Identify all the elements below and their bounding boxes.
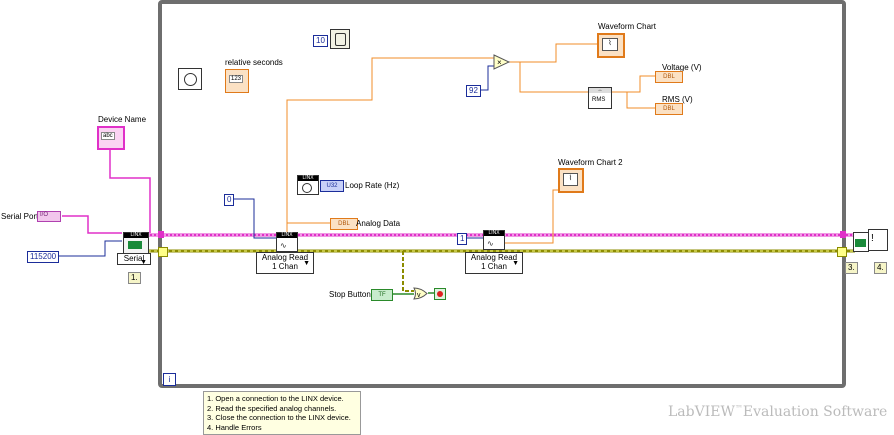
- clock-icon: [184, 73, 197, 86]
- rms-node[interactable]: ↔ RMS: [588, 87, 612, 109]
- baud-rate-constant[interactable]: 115200: [27, 251, 60, 263]
- relative-seconds-indicator: 123: [225, 69, 249, 93]
- stop-icon: [437, 291, 443, 297]
- wire-layer: [58, 0, 855, 388]
- multiply-node[interactable]: ×: [493, 54, 511, 70]
- analog-read-node-1[interactable]: LINX ∿: [276, 232, 298, 252]
- channel-a-wire: [232, 198, 276, 239]
- chart-icon: ⌇: [602, 38, 618, 51]
- step-3-label: 3.: [845, 262, 858, 274]
- visa-tunnel-right: [840, 231, 846, 238]
- analog-read-node-2[interactable]: LINX ∿: [483, 230, 505, 250]
- device-name-wire: [109, 146, 151, 233]
- loop-condition-terminal[interactable]: [434, 288, 446, 300]
- loop-rate-node[interactable]: LINX: [297, 175, 319, 195]
- analog-read-selector-2[interactable]: Analog Read 1 Chan ▼: [465, 252, 523, 274]
- visa-wire: [62, 215, 122, 234]
- svg-text:v: v: [417, 292, 421, 299]
- linx-open-node[interactable]: LINX: [123, 232, 149, 254]
- serial-selector[interactable]: Serial ▼: [117, 253, 151, 266]
- relative-seconds-label: relative seconds: [225, 58, 283, 67]
- stopwatch-icon: [335, 33, 346, 46]
- to-chart-wire: [520, 43, 597, 63]
- loop-rate-indicator: U32: [320, 180, 344, 192]
- note-line: 4. Handle Errors: [207, 422, 262, 432]
- loop-rate-label: Loop Rate (Hz): [345, 181, 400, 190]
- analog-data-label: Analog Data: [356, 219, 401, 228]
- linx-open-header: LINX: [124, 233, 148, 238]
- visa-icon: I/O: [40, 212, 49, 218]
- stop-button-terminal[interactable]: TF: [371, 289, 393, 301]
- serial-port-label: Serial Port: [1, 212, 39, 221]
- multiplier-constant[interactable]: 92: [466, 85, 481, 97]
- waveform-chart-terminal: ⌇: [597, 33, 625, 58]
- note-line: 1. Open a connection to the LINX device.: [207, 394, 344, 403]
- close-icon: [855, 239, 866, 247]
- analog-data-indicator: DBL: [330, 218, 358, 230]
- serial-port-control[interactable]: I/O: [37, 211, 61, 222]
- error-tunnel-left: [158, 247, 168, 257]
- waveform-icon: ∿: [487, 239, 494, 248]
- error-to-stop-wire: [402, 251, 414, 292]
- tick-count-node[interactable]: [178, 68, 202, 90]
- timer-icon: [302, 183, 312, 193]
- chevron-down-icon: ▼: [303, 260, 310, 267]
- step-4-label: 4.: [874, 262, 887, 274]
- chevron-down-icon: ▼: [140, 259, 147, 266]
- channel-b-constant[interactable]: 1: [457, 233, 468, 245]
- note-line: 2. Read the specified analog channels.: [207, 403, 337, 413]
- note-line: 3. Close the connection to the LINX devi…: [207, 413, 351, 422]
- to-rms-wire: [611, 91, 655, 109]
- chevron-down-icon: ▼: [512, 260, 519, 267]
- linx-close-node[interactable]: [853, 232, 869, 252]
- stop-button-label: Stop Button: [329, 290, 371, 299]
- visa-tunnel-left: [158, 231, 164, 238]
- mult-out-wire: [509, 61, 588, 93]
- waveform-chart-2-label: Waveform Chart 2: [558, 158, 623, 167]
- voltage-indicator: DBL: [655, 71, 683, 83]
- wait-ms-node[interactable]: [330, 29, 350, 49]
- error-handler-node[interactable]: !: [868, 229, 888, 251]
- svg-text:×: ×: [497, 58, 502, 67]
- warning-icon: !: [871, 233, 874, 244]
- rms-header: ↔: [589, 88, 611, 93]
- channel-a-constant[interactable]: 0: [224, 194, 235, 206]
- or-node[interactable]: v: [413, 287, 429, 300]
- chart-icon: ⌇: [563, 173, 578, 186]
- analog-read-selector-1[interactable]: Analog Read 1 Chan ▼: [256, 252, 314, 274]
- linx-open-icon: [128, 241, 142, 249]
- wait-constant[interactable]: 10: [313, 35, 328, 47]
- comment-notes: 1. Open a connection to the LINX device.…: [203, 391, 361, 435]
- iteration-terminal: i: [163, 373, 176, 386]
- rms-indicator: DBL: [655, 103, 683, 115]
- device-name-label: Device Name: [98, 115, 147, 124]
- analog-data-wire: [286, 57, 494, 236]
- waveform-chart-label: Waveform Chart: [598, 22, 656, 31]
- device-name-indicator: abc: [97, 126, 125, 150]
- step-1-label: 1.: [128, 272, 141, 284]
- evaluation-watermark: LabVIEW™Evaluation Software: [668, 404, 888, 420]
- baud-wire: [58, 240, 122, 257]
- string-icon: abc: [101, 132, 115, 140]
- waveform-icon: ∿: [280, 241, 287, 250]
- waveform-chart-2-terminal: ⌇: [558, 168, 584, 193]
- error-tunnel-right: [837, 247, 847, 257]
